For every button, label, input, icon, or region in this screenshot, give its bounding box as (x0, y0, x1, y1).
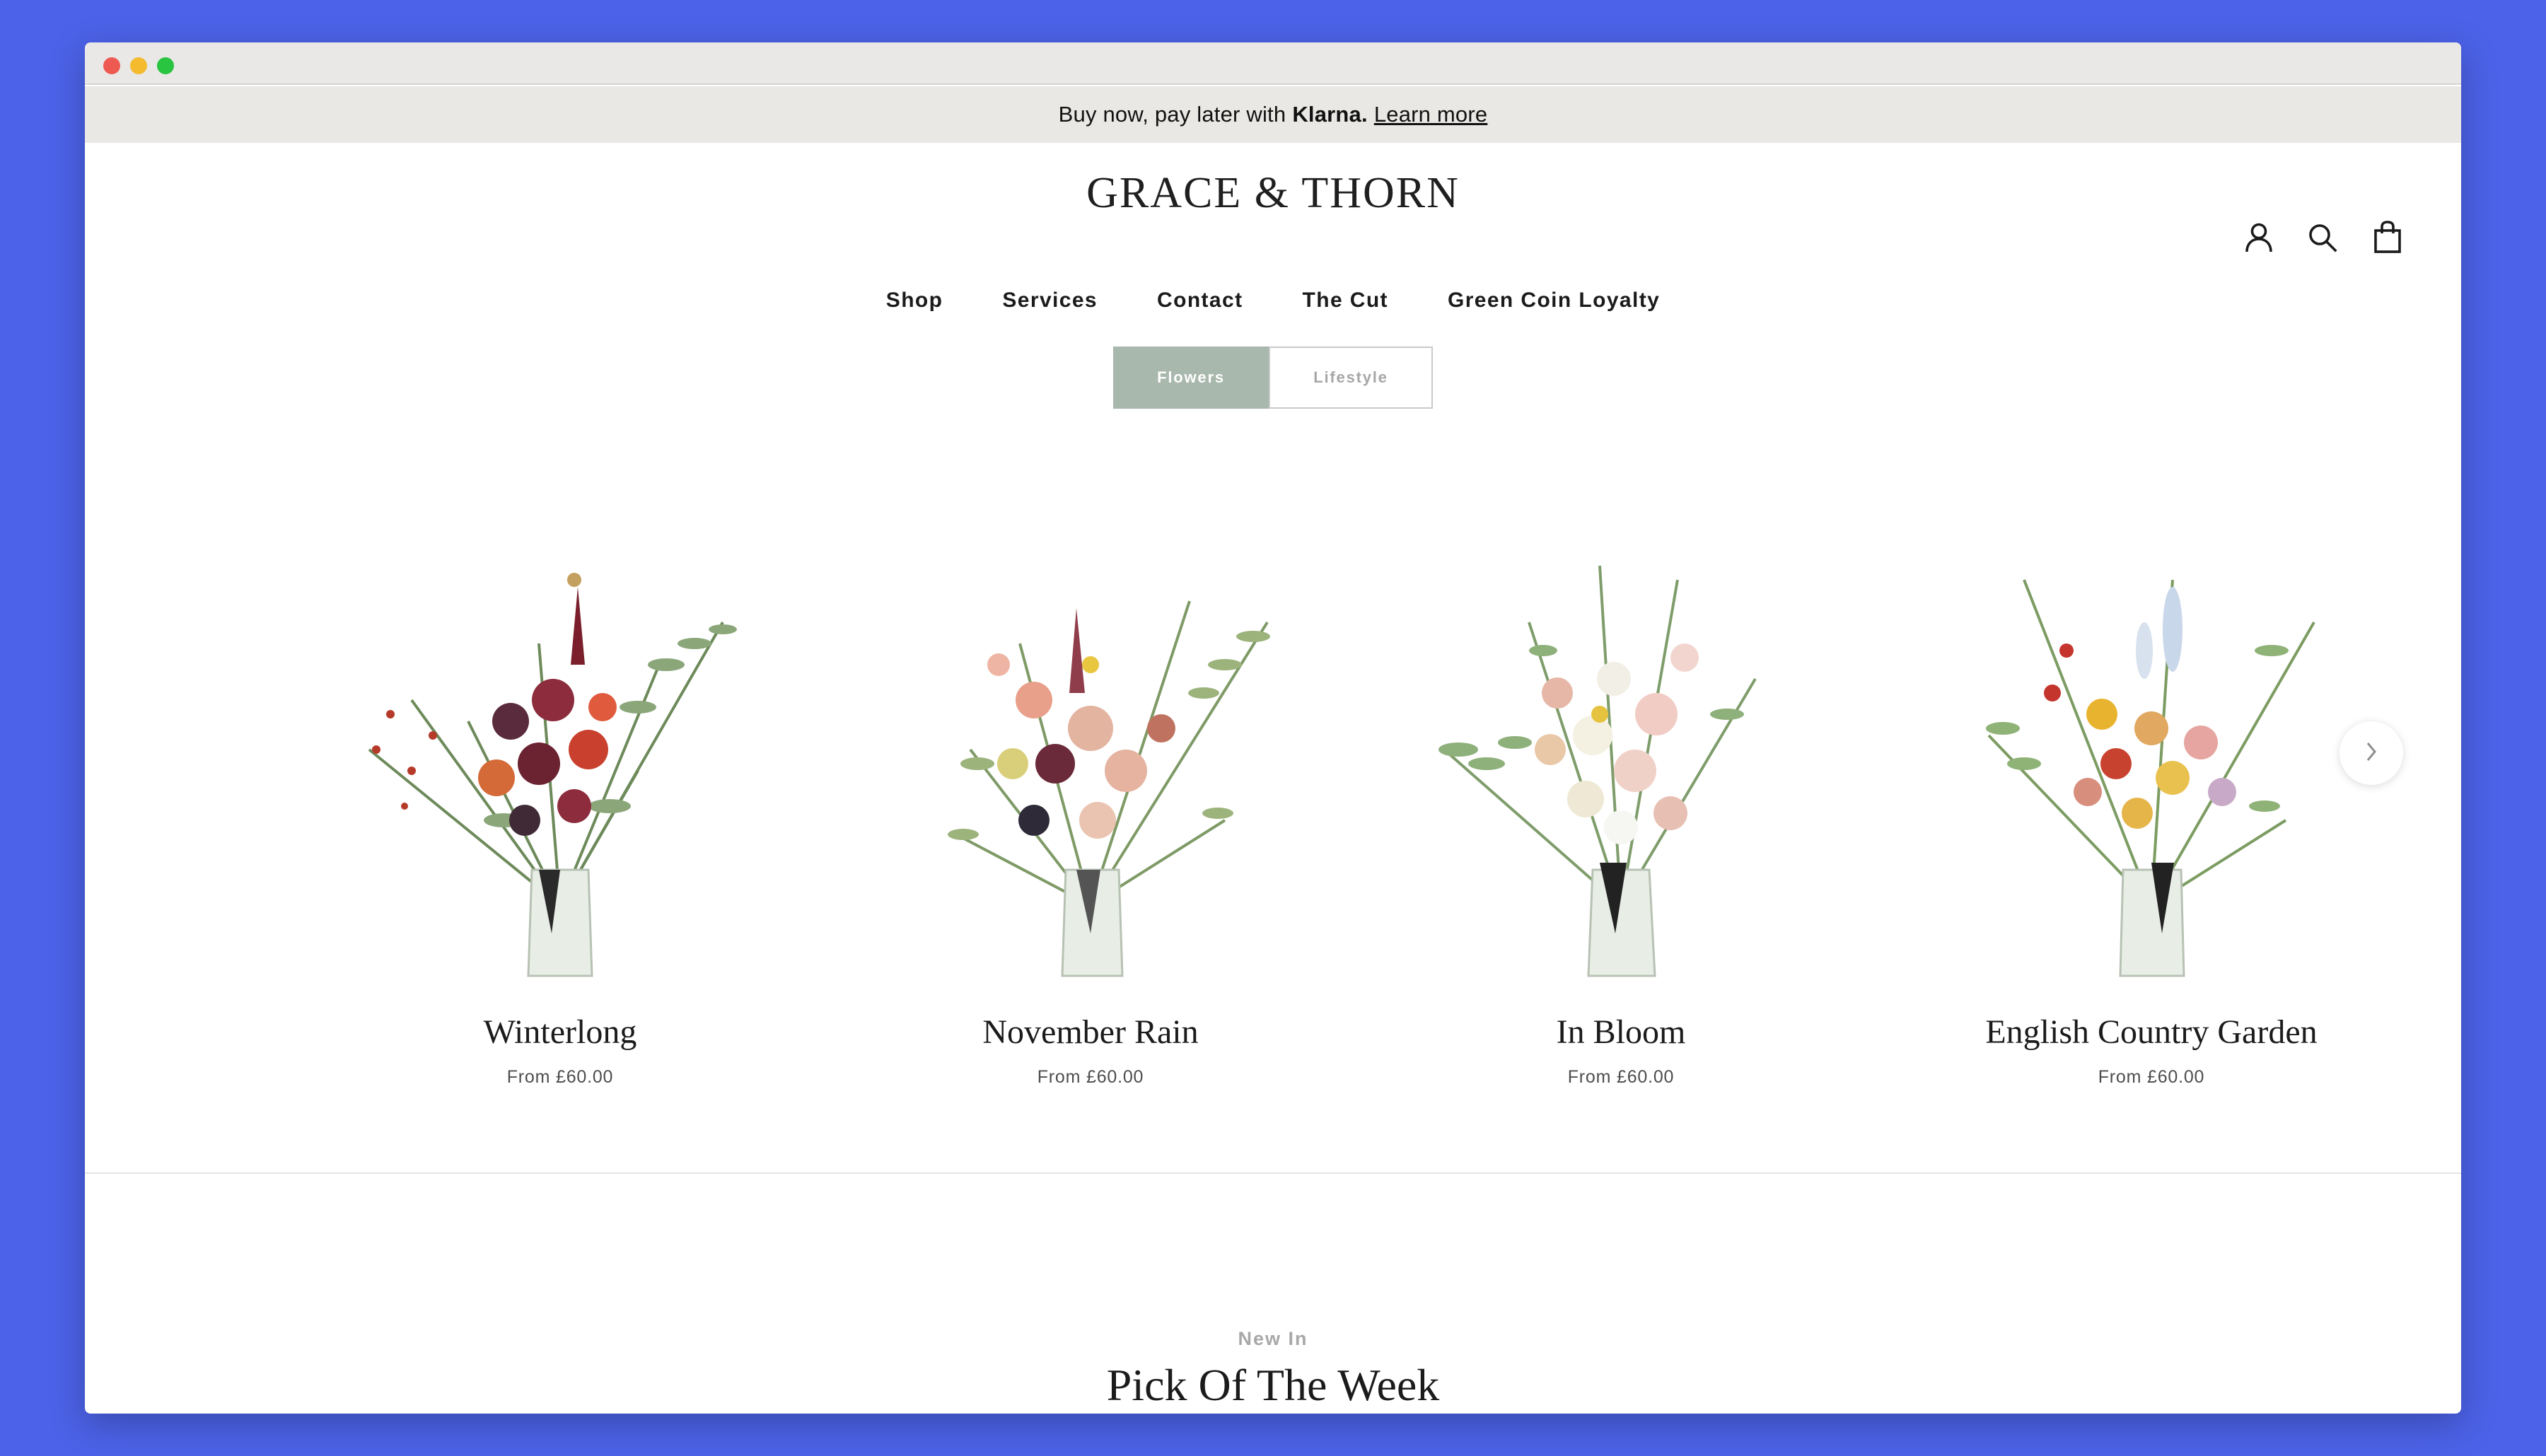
site-logo[interactable]: GRACE & THORN (85, 168, 2461, 219)
product-image[interactable] (1918, 537, 2385, 990)
product-name[interactable]: English Country Garden (1918, 1013, 2385, 1052)
product-name[interactable]: Winterlong (327, 1013, 794, 1052)
nav-item-services[interactable]: Services (1002, 289, 1098, 313)
product-card[interactable]: Winterlong From £60.00 (327, 537, 794, 1088)
product-image[interactable] (327, 537, 794, 990)
window-titlebar (85, 42, 2461, 85)
account-icon[interactable] (2240, 219, 2277, 256)
product-image[interactable] (1388, 537, 1854, 990)
section-title: Pick Of The Week (1106, 1360, 1440, 1410)
product-price: From £60.00 (1037, 1067, 1144, 1087)
product-price: From £60.00 (2098, 1067, 2205, 1087)
nav-item-shop[interactable]: Shop (886, 289, 943, 313)
klarna-brand: Klarna. (1292, 102, 1368, 127)
nav-item-contact[interactable]: Contact (1157, 289, 1243, 313)
section-divider (85, 1172, 2461, 1174)
chevron-right-icon (2361, 739, 2381, 768)
nav-item-the-cut[interactable]: The Cut (1303, 289, 1388, 313)
bag-icon[interactable] (2369, 219, 2406, 256)
announcement-text: Buy now, pay later with (1058, 102, 1286, 127)
section-kicker: New In (1238, 1328, 1308, 1349)
tab-flowers[interactable]: Flowers (1113, 346, 1269, 409)
carousel-next-button[interactable] (2339, 721, 2403, 785)
collection-tabs: Flowers Lifestyle (1113, 346, 1433, 409)
browser-window: Buy now, pay later with Klarna. Learn mo… (85, 42, 2461, 1414)
product-card[interactable]: In Bloom From £60.00 (1388, 537, 1854, 1088)
main-nav: Shop Services Contact The Cut Green Coin… (85, 289, 2461, 313)
product-image[interactable] (857, 537, 1324, 990)
tab-lifestyle[interactable]: Lifestyle (1269, 346, 1433, 409)
search-icon[interactable] (2304, 219, 2341, 256)
minimize-window-button[interactable] (130, 57, 147, 74)
product-price: From £60.00 (506, 1067, 614, 1087)
learn-more-link[interactable]: Learn more (1374, 102, 1488, 127)
product-name[interactable]: November Rain (857, 1013, 1324, 1052)
announcement-bar: Buy now, pay later with Klarna. Learn mo… (85, 86, 2461, 143)
close-window-button[interactable] (103, 57, 120, 74)
product-card[interactable]: November Rain From £60.00 (857, 537, 1324, 1088)
product-price: From £60.00 (1567, 1067, 1675, 1087)
maximize-window-button[interactable] (157, 57, 174, 74)
product-name[interactable]: In Bloom (1388, 1013, 1854, 1052)
nav-item-green-coin-loyalty[interactable]: Green Coin Loyalty (1448, 289, 1660, 313)
product-card[interactable]: English Country Garden From £60.00 (1918, 537, 2385, 1088)
